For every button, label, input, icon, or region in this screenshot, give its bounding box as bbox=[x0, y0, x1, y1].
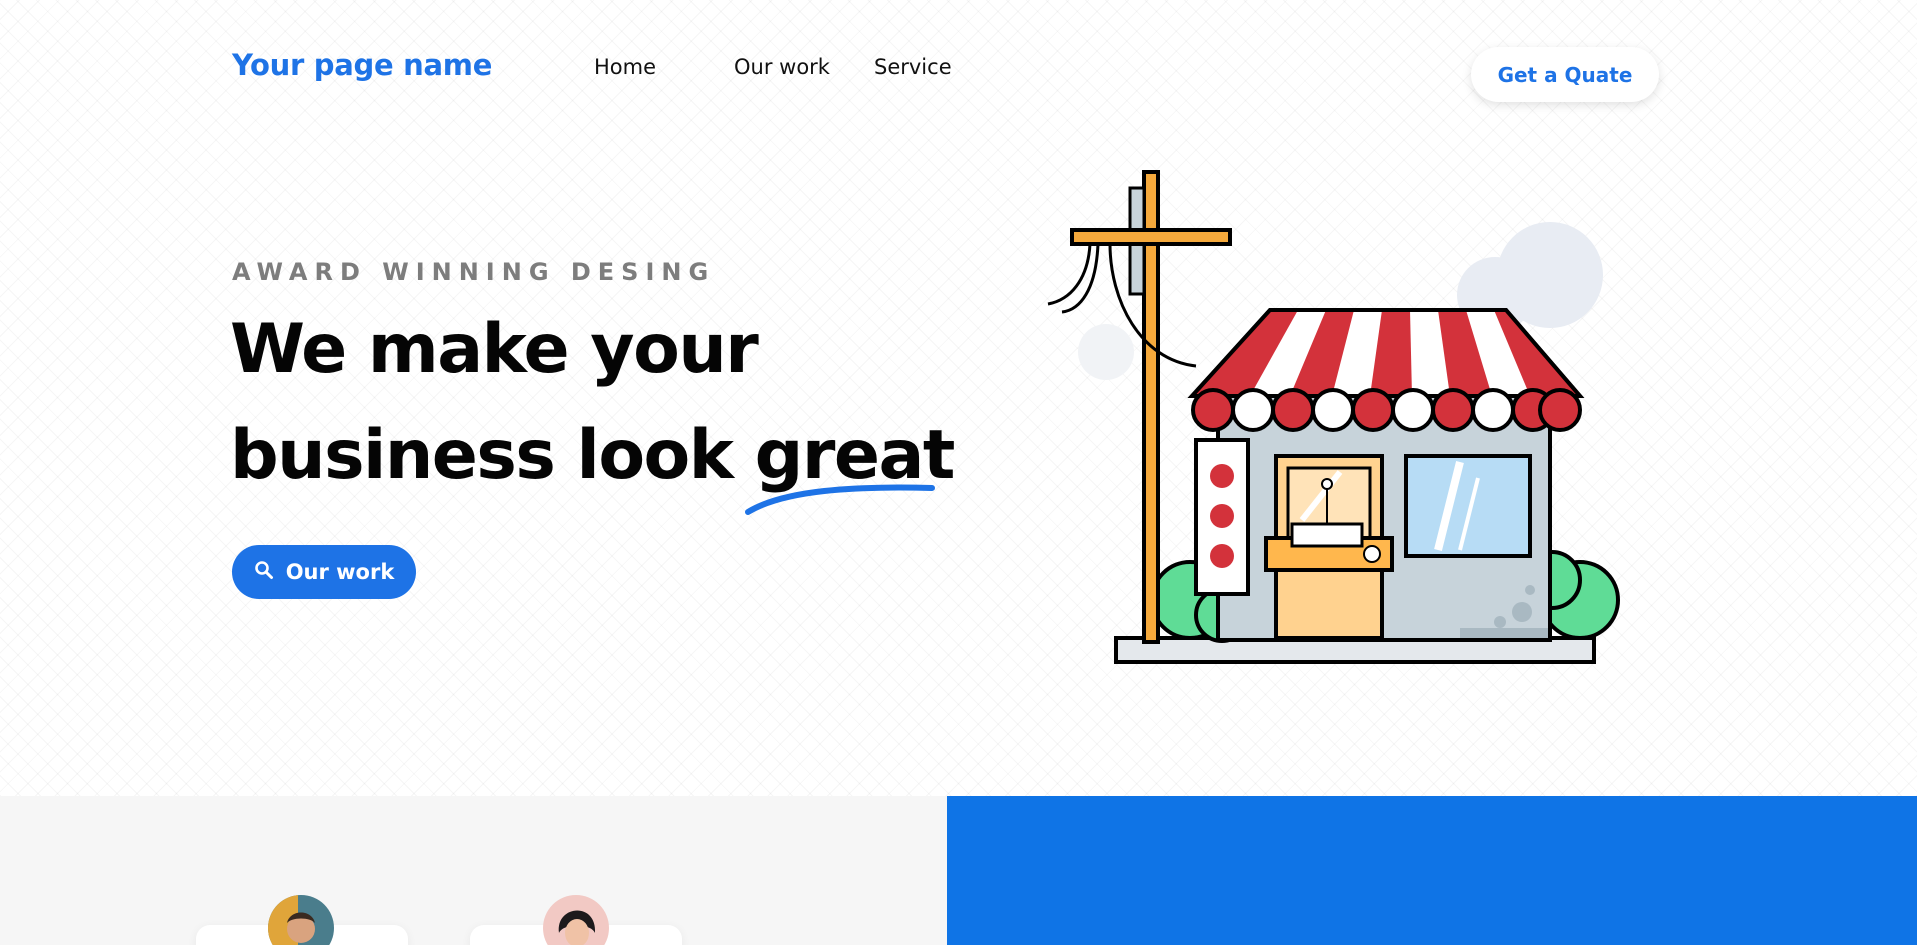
search-icon bbox=[254, 560, 274, 585]
lower-section-blue bbox=[947, 796, 1917, 945]
hero-eyebrow: AWARD WINNING DESING bbox=[232, 258, 716, 286]
headline-line-1: We make your bbox=[230, 310, 759, 389]
get-quote-button[interactable]: Get a Quate bbox=[1471, 47, 1659, 102]
lower-section-light bbox=[0, 796, 947, 945]
headline-line-2-prefix: business look bbox=[230, 416, 755, 495]
nav-service[interactable]: Service bbox=[874, 55, 952, 79]
brand-logo[interactable]: Your page name bbox=[232, 48, 492, 82]
nav-home[interactable]: Home bbox=[594, 55, 656, 79]
storefront-illustration bbox=[1047, 170, 1620, 664]
highlight-underline bbox=[745, 484, 935, 515]
nav-our-work[interactable]: Our work bbox=[734, 55, 830, 79]
our-work-button[interactable]: Our work bbox=[232, 545, 416, 599]
our-work-button-label: Our work bbox=[285, 560, 395, 584]
